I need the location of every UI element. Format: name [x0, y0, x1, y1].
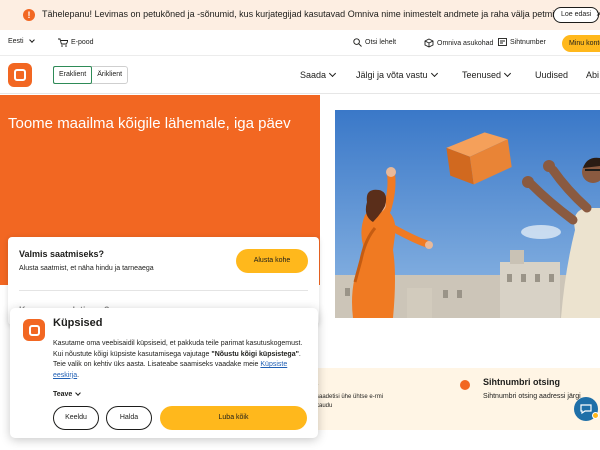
eshop-link[interactable]: E-pood [58, 38, 94, 47]
menu-label: Uudised [535, 70, 569, 80]
menu-news[interactable]: Uudised [535, 70, 568, 80]
close-icon[interactable]: × [596, 10, 600, 20]
exclamation-icon: ! [23, 9, 35, 21]
menu-label: Jälgi ja võta vastu [356, 70, 428, 80]
zip-code-link[interactable]: Sihtnumber [498, 38, 546, 46]
utility-bar: Eesti E-pood Otsi lehelt Omniva asukohad… [0, 30, 600, 56]
chevron-down-icon [28, 37, 35, 43]
start-now-button[interactable]: Alusta kohe [236, 249, 308, 273]
omniva-logo[interactable] [8, 63, 32, 87]
service-description: saadetisi ühe ühtse e-rmi kaudu [316, 394, 384, 409]
cookie-title: Küpsised [53, 317, 103, 329]
card-title: Valmis saatmiseks? [19, 249, 105, 259]
cookie-text: Kasutame oma veebisaidil küpsiseid, et p… [53, 339, 311, 381]
language-label: Eesti [8, 38, 24, 45]
cookie-more-info-toggle[interactable]: Teave [53, 390, 82, 398]
cart-icon [58, 38, 68, 47]
menu-send[interactable]: Saada [300, 69, 337, 80]
tab-private-customer[interactable]: Eraklient [53, 66, 93, 84]
postcode-icon [498, 38, 507, 46]
location-pin-icon [460, 380, 470, 390]
cookie-consent-dialog: Küpsised Kasutame oma veebisaidil küpsis… [10, 308, 318, 438]
omniva-homepage: ! Tähelepanu! Levimas on petukõned ja -s… [0, 0, 600, 450]
eshop-label: E-pood [71, 39, 94, 46]
read-more-button[interactable]: Loe edasi [553, 7, 600, 23]
cookie-text-part: . [77, 371, 80, 379]
menu-services[interactable]: Teenused [462, 69, 512, 80]
zip-label: Sihtnumber [510, 38, 546, 46]
fraud-alert-bar: ! Tähelepanu! Levimas on petukõned ja -s… [0, 0, 600, 30]
tab-business-customer[interactable]: Äriklient [92, 67, 127, 83]
decline-cookies-button[interactable]: Keeldu [53, 406, 99, 430]
parcel-machine-icon [424, 38, 434, 48]
zip-search-title[interactable]: Sihtnumbri otsing [483, 377, 560, 387]
locations-label: Omniva asukohad [437, 39, 494, 47]
divider [19, 290, 308, 291]
accept-all-cookies-button[interactable]: Luba kõik [160, 406, 307, 430]
menu-help[interactable]: Abi [586, 70, 599, 80]
locations-link[interactable]: Omniva asukohad [424, 38, 493, 48]
chevron-down-icon [504, 69, 512, 78]
card-subtitle: Alusta saatmist, et näha hindu ja tarnea… [19, 265, 154, 272]
chevron-down-icon [75, 390, 82, 396]
chat-notification-dot [592, 412, 599, 419]
chevron-down-icon [430, 69, 438, 78]
language-select[interactable]: Eesti [8, 37, 35, 45]
menu-label: Teenused [462, 70, 502, 80]
cookie-text-bold: "Nõustu kõigi küpsistega" [211, 350, 299, 358]
site-search-link[interactable]: Otsi lehelt [353, 38, 396, 47]
omniva-logo [23, 319, 45, 341]
zip-search-description: Sihtnumbri otsing aadressi järgi [483, 393, 581, 400]
main-nav: Eraklient Äriklient Saada Jälgi ja võta … [0, 57, 600, 94]
more-info-label: Teave [53, 391, 73, 398]
hero-photo [335, 110, 600, 318]
alert-text: Tähelepanu! Levimas on petukõned ja -sõn… [42, 9, 576, 19]
hero-title: Toome maailma kõigile lähemale, iga päev [8, 115, 291, 132]
customer-type-switch: Eraklient Äriklient [53, 66, 129, 84]
manage-cookies-button[interactable]: Halda [106, 406, 152, 430]
menu-label: Abi [586, 70, 600, 80]
search-icon [353, 38, 362, 47]
chevron-down-icon [328, 69, 337, 78]
menu-track[interactable]: Jälgi ja võta vastu [356, 69, 438, 80]
search-label: Otsi lehelt [365, 39, 397, 46]
my-account-button[interactable]: Minu konto [562, 35, 600, 52]
menu-label: Saada [300, 70, 327, 80]
